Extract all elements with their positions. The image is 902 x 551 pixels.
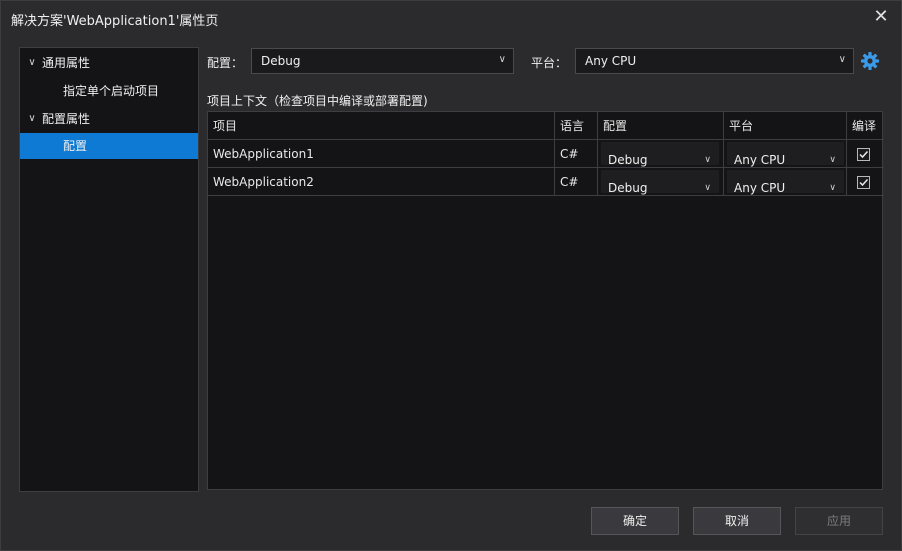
row-config-value: Debug <box>608 153 648 167</box>
check-icon <box>859 178 869 187</box>
cancel-button[interactable]: 取消 <box>693 507 781 535</box>
tree-item-label: 配置属性 <box>42 112 91 126</box>
platform-label: 平台： <box>531 56 568 70</box>
column-header-project[interactable]: 项目 <box>208 112 555 140</box>
gear-icon[interactable] <box>860 51 880 71</box>
platform-value: Any CPU <box>585 54 637 68</box>
close-icon[interactable]: ✕ <box>871 7 891 27</box>
table-header: 项目 语言 配置 平台 编译 <box>208 112 884 140</box>
tree-item-config-properties[interactable]: ∨ 配置属性 <box>20 106 198 132</box>
properties-dialog: 解决方案'WebApplication1'属性页 ✕ ∨ 通用属性 指定单个启动… <box>0 0 902 551</box>
title-bar: 解决方案'WebApplication1'属性页 ✕ <box>1 1 901 33</box>
tree-item-startup-project[interactable]: 指定单个启动项目 <box>20 78 198 104</box>
row-platform-select[interactable]: Any CPU ∨ <box>727 170 844 195</box>
chevron-down-icon: ∨ <box>498 54 506 65</box>
check-icon <box>859 150 869 159</box>
apply-button[interactable]: 应用 <box>795 507 883 535</box>
project-language: C# <box>555 168 598 196</box>
column-header-language[interactable]: 语言 <box>555 112 598 140</box>
row-platform-value: Any CPU <box>734 153 786 167</box>
project-context-table: 项目 语言 配置 平台 编译 WebApplication1 C# Debug … <box>207 111 884 490</box>
chevron-down-icon: ∨ <box>829 155 836 165</box>
chevron-down-icon: ∨ <box>838 54 846 65</box>
column-header-build[interactable]: 编译 <box>847 112 884 140</box>
config-cell: Debug ∨ <box>598 140 724 168</box>
row-platform-value: Any CPU <box>734 181 786 195</box>
tree-item-label: 指定单个启动项目 <box>63 84 160 98</box>
config-cell: Debug ∨ <box>598 168 724 196</box>
table-row: WebApplication1 C# Debug ∨ Any CPU ∨ <box>208 140 884 168</box>
tree-item-configuration[interactable]: 配置 <box>20 133 198 159</box>
table-row: WebApplication2 C# Debug ∨ Any CPU ∨ <box>208 168 884 196</box>
build-checkbox[interactable] <box>857 176 870 189</box>
row-platform-select[interactable]: Any CPU ∨ <box>727 142 844 167</box>
platform-cell: Any CPU ∨ <box>724 140 847 168</box>
project-language: C# <box>555 140 598 168</box>
chevron-down-icon: ∨ <box>704 155 711 165</box>
configuration-select[interactable]: Debug ∨ <box>251 48 514 74</box>
platform-cell: Any CPU ∨ <box>724 168 847 196</box>
chevron-down-icon[interactable]: ∨ <box>26 50 38 76</box>
window-title: 解决方案'WebApplication1'属性页 <box>11 14 219 29</box>
tree-item-label: 通用属性 <box>42 56 91 70</box>
settings-tree: ∨ 通用属性 指定单个启动项目 ∨ 配置属性 配置 <box>19 47 199 492</box>
build-checkbox[interactable] <box>857 148 870 161</box>
project-name: WebApplication2 <box>208 168 555 196</box>
tree-item-label: 配置 <box>63 139 88 153</box>
project-context-label: 项目上下文（检查项目中编译或部署配置) <box>207 94 428 108</box>
ok-button[interactable]: 确定 <box>591 507 679 535</box>
build-cell <box>847 168 884 196</box>
tree-item-common-properties[interactable]: ∨ 通用属性 <box>20 50 198 76</box>
configuration-label: 配置： <box>207 56 244 70</box>
column-header-config[interactable]: 配置 <box>598 112 724 140</box>
row-config-select[interactable]: Debug ∨ <box>601 142 719 167</box>
row-config-select[interactable]: Debug ∨ <box>601 170 719 195</box>
column-header-platform[interactable]: 平台 <box>724 112 847 140</box>
platform-select[interactable]: Any CPU ∨ <box>575 48 854 74</box>
build-cell <box>847 140 884 168</box>
chevron-down-icon[interactable]: ∨ <box>26 106 38 132</box>
configuration-value: Debug <box>261 54 301 68</box>
chevron-down-icon: ∨ <box>829 183 836 193</box>
row-config-value: Debug <box>608 181 648 195</box>
chevron-down-icon: ∨ <box>704 183 711 193</box>
project-name: WebApplication1 <box>208 140 555 168</box>
